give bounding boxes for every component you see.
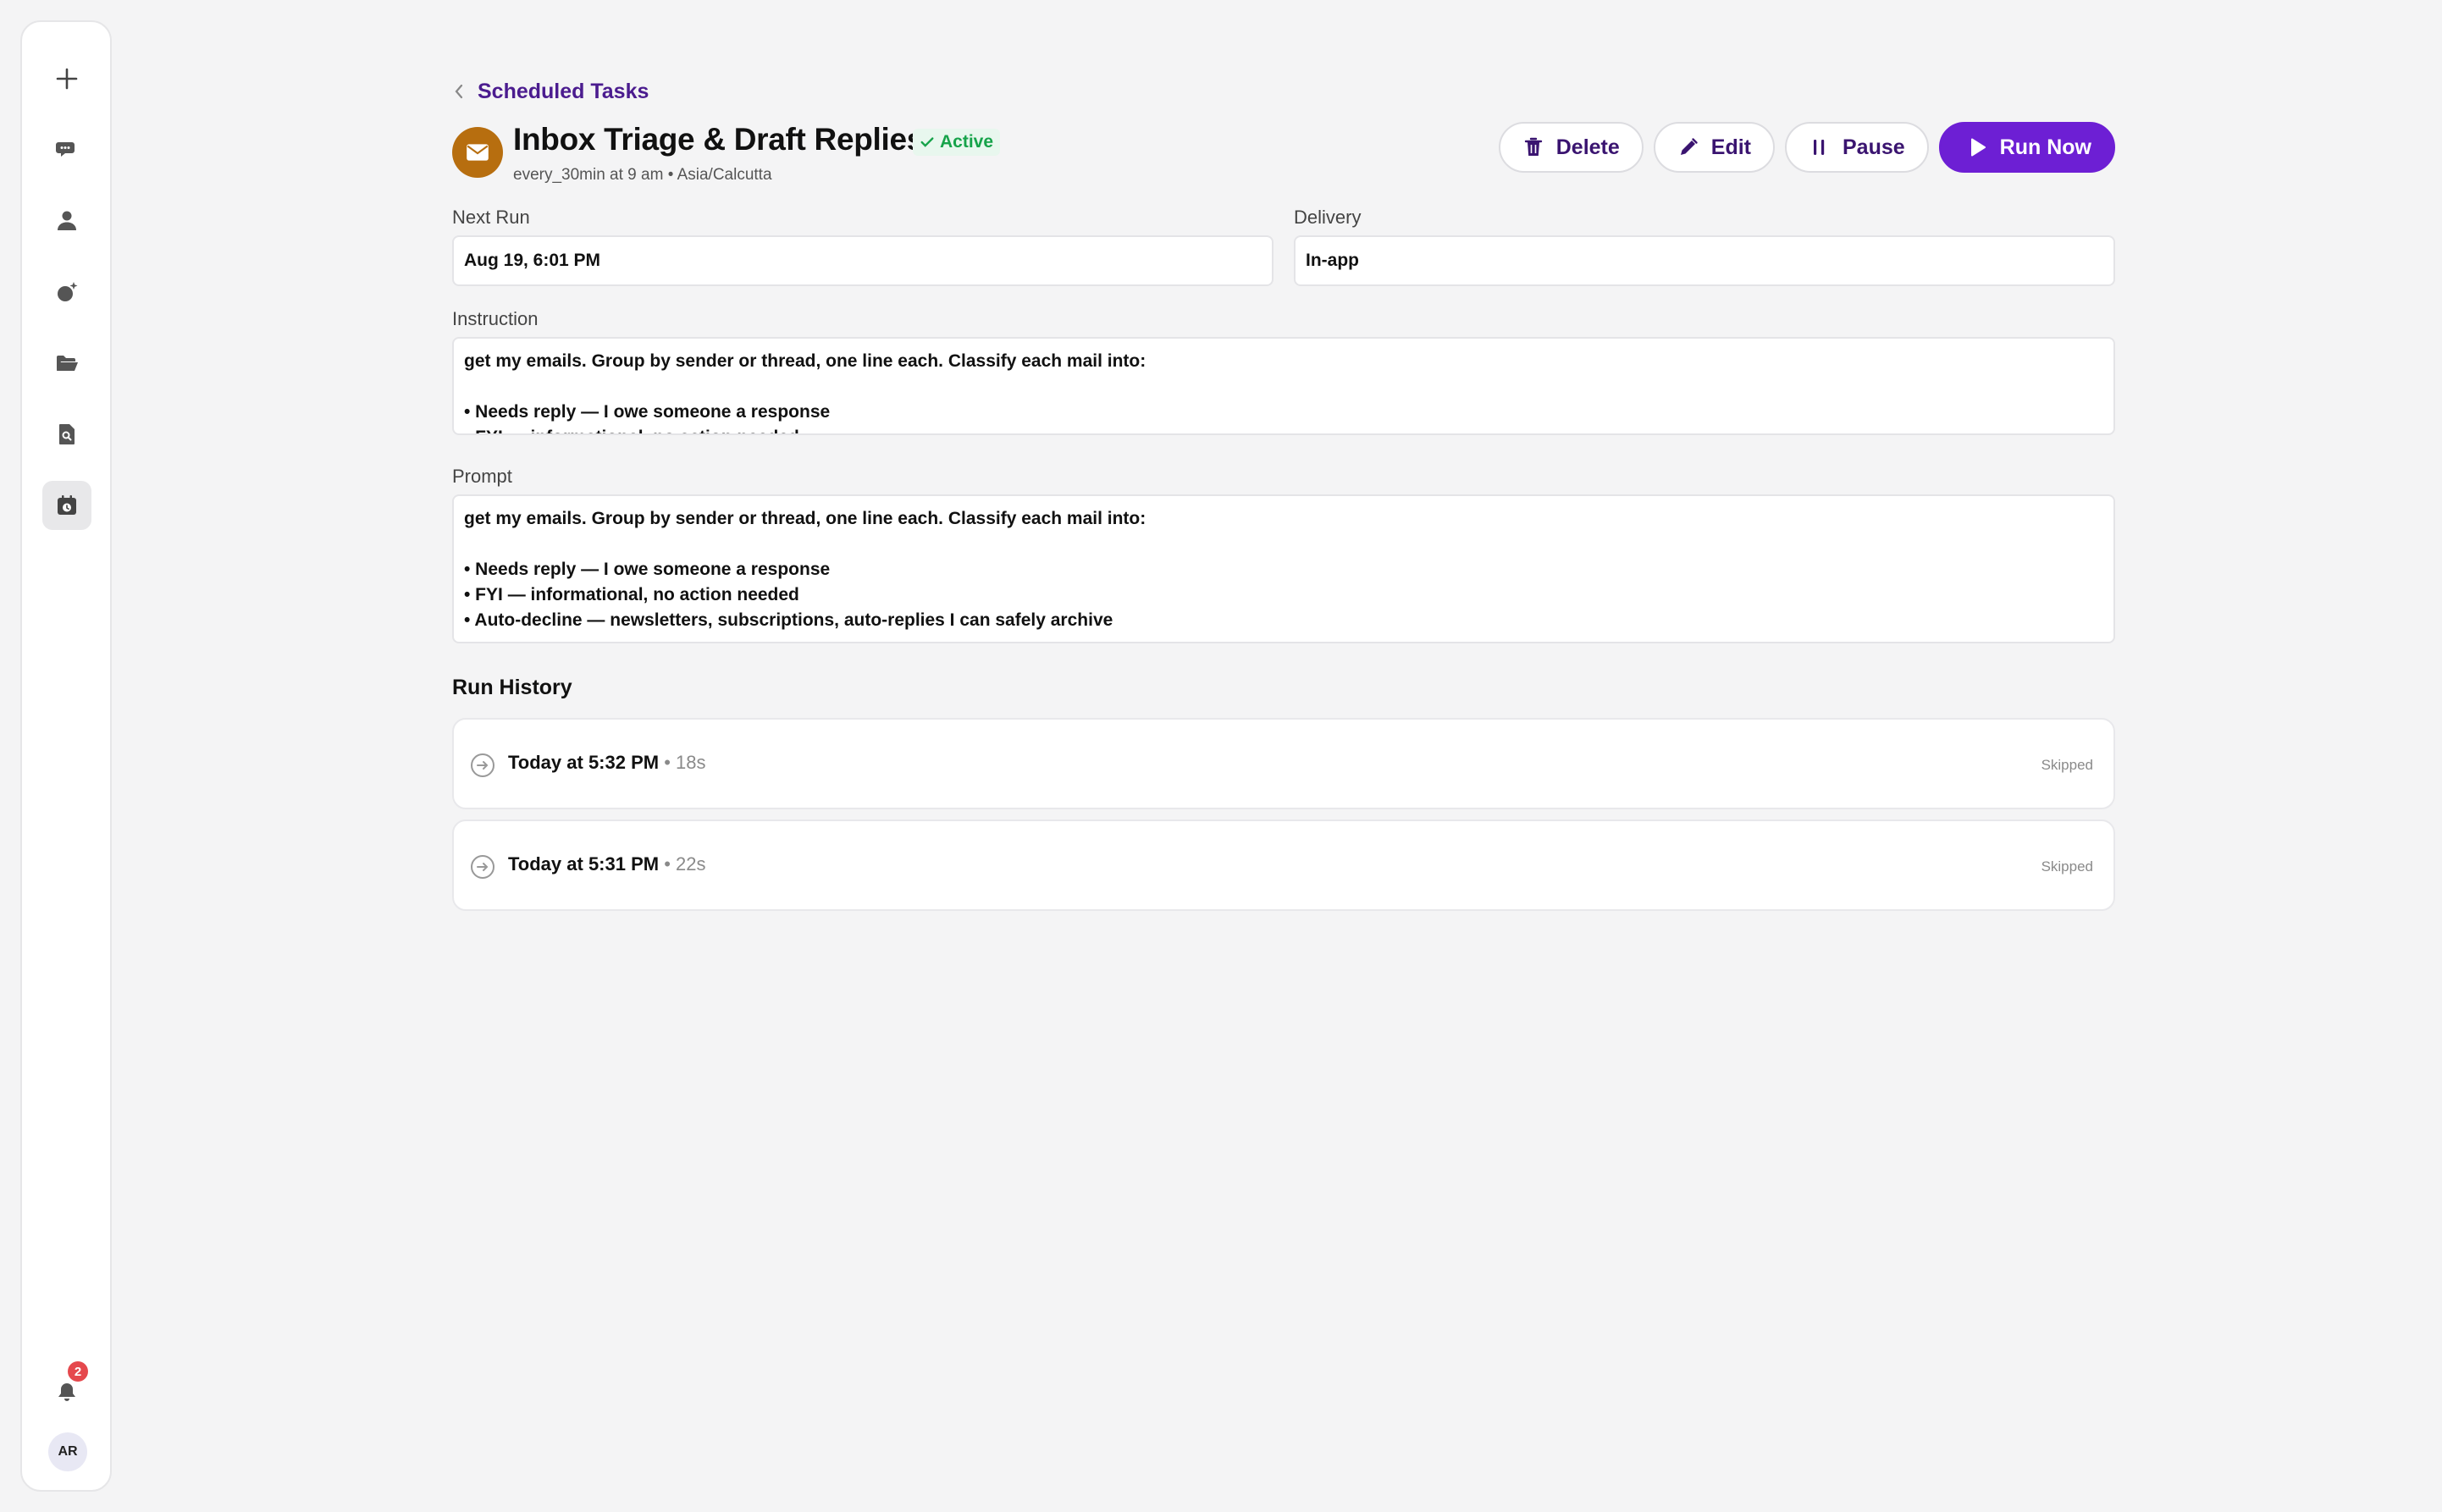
breadcrumb-label: Scheduled Tasks bbox=[478, 79, 649, 103]
chevron-left-icon bbox=[455, 84, 463, 99]
new-button[interactable] bbox=[42, 54, 91, 103]
sidebar-item-document-search[interactable] bbox=[42, 410, 91, 459]
delete-button[interactable]: Delete bbox=[1498, 122, 1644, 173]
run-status: Skipped bbox=[2041, 757, 2093, 773]
instruction-line: • Needs reply — I owe someone a response bbox=[464, 402, 831, 422]
breadcrumb-back-link[interactable]: Scheduled Tasks bbox=[452, 76, 649, 107]
page-title: Inbox Triage & Draft Replies bbox=[513, 122, 925, 157]
plus-icon bbox=[56, 68, 78, 90]
delete-button-label: Delete bbox=[1555, 135, 1620, 159]
status-label: Active bbox=[940, 132, 994, 152]
next-run-field[interactable]: Aug 19, 6:01 PM bbox=[452, 235, 1273, 286]
prompt-textarea[interactable]: get my emails. Group by sender or thread… bbox=[452, 494, 2115, 643]
run-timestamp: Today at 5:31 PM bbox=[508, 853, 660, 875]
arrow-right-circle-icon bbox=[471, 855, 494, 879]
prompt-line bbox=[464, 532, 2103, 557]
check-icon bbox=[920, 137, 934, 147]
instruction-label: Instruction bbox=[452, 308, 539, 329]
task-icon-circle bbox=[452, 127, 503, 178]
run-status: Skipped bbox=[2041, 858, 2093, 875]
pencil-icon bbox=[1680, 138, 1698, 155]
pause-button-label: Pause bbox=[1843, 135, 1905, 159]
chat-bubbles-icon bbox=[56, 142, 75, 157]
prompt-line: • FYI — informational, no action needed bbox=[464, 585, 799, 604]
play-icon bbox=[1970, 138, 1986, 157]
delivery-label: Delivery bbox=[1294, 207, 1362, 228]
run-now-button[interactable]: Run Now bbox=[1938, 122, 2115, 173]
bell-icon bbox=[58, 1383, 75, 1401]
scheduled-calendar-icon bbox=[58, 495, 76, 515]
instruction-line: • FYI — informational, no action needed bbox=[464, 425, 2103, 433]
prompt-line: • Auto-decline — newsletters, subscripti… bbox=[464, 610, 1113, 630]
schedule-text: every_30min at 9 am • Asia/Calcutta bbox=[513, 166, 772, 184]
instruction-line: get my emails. Group by sender or thread… bbox=[464, 351, 1146, 371]
run-time: Today at 5:31 PM • 22s bbox=[508, 853, 706, 875]
edit-button-label: Edit bbox=[1710, 135, 1751, 159]
person-icon bbox=[58, 211, 76, 230]
run-history-row[interactable]: Today at 5:32 PM • 18s Skipped bbox=[452, 718, 2115, 809]
run-timestamp: Today at 5:32 PM bbox=[508, 752, 660, 773]
run-duration: • 22s bbox=[664, 853, 706, 875]
run-duration: • 18s bbox=[664, 752, 706, 773]
pause-icon bbox=[1814, 140, 1825, 155]
edit-button[interactable]: Edit bbox=[1653, 122, 1775, 173]
next-run-label: Next Run bbox=[452, 207, 530, 228]
sidebar-item-chats[interactable] bbox=[42, 125, 91, 174]
document-search-icon bbox=[59, 424, 75, 444]
prompt-label: Prompt bbox=[452, 466, 512, 487]
trash-icon bbox=[1524, 137, 1542, 156]
instruction-textarea[interactable]: get my emails. Group by sender or thread… bbox=[452, 337, 2115, 435]
sidebar-item-agents[interactable] bbox=[42, 268, 91, 317]
avatar[interactable]: AR bbox=[48, 1432, 87, 1471]
instruction-line bbox=[464, 374, 2103, 400]
run-history-title: Run History bbox=[452, 676, 572, 699]
run-time: Today at 5:32 PM • 18s bbox=[508, 752, 706, 774]
action-bar: Delete Edit Pause Run Now bbox=[1498, 122, 2115, 173]
folder-open-icon bbox=[57, 356, 78, 371]
sidebar-item-files[interactable] bbox=[42, 339, 91, 388]
prompt-line: get my emails. Group by sender or thread… bbox=[464, 509, 1146, 528]
sidebar-item-scheduled-tasks[interactable] bbox=[42, 481, 91, 530]
notification-count-badge: 2 bbox=[68, 1361, 88, 1382]
agents-sparkle-icon bbox=[58, 282, 78, 301]
run-now-button-label: Run Now bbox=[1999, 135, 2091, 159]
envelope-icon bbox=[467, 144, 489, 161]
sidebar-item-contacts[interactable] bbox=[42, 196, 91, 246]
sidebar: 2 AR bbox=[20, 20, 112, 1492]
delivery-field[interactable]: In-app bbox=[1294, 235, 2115, 286]
status-badge: Active bbox=[913, 129, 1001, 156]
arrow-right-circle-icon bbox=[471, 753, 494, 777]
prompt-line: • Needs reply — I owe someone a response bbox=[464, 560, 831, 579]
pause-button[interactable]: Pause bbox=[1785, 122, 1929, 173]
run-history-row[interactable]: Today at 5:31 PM • 22s Skipped bbox=[452, 819, 2115, 911]
